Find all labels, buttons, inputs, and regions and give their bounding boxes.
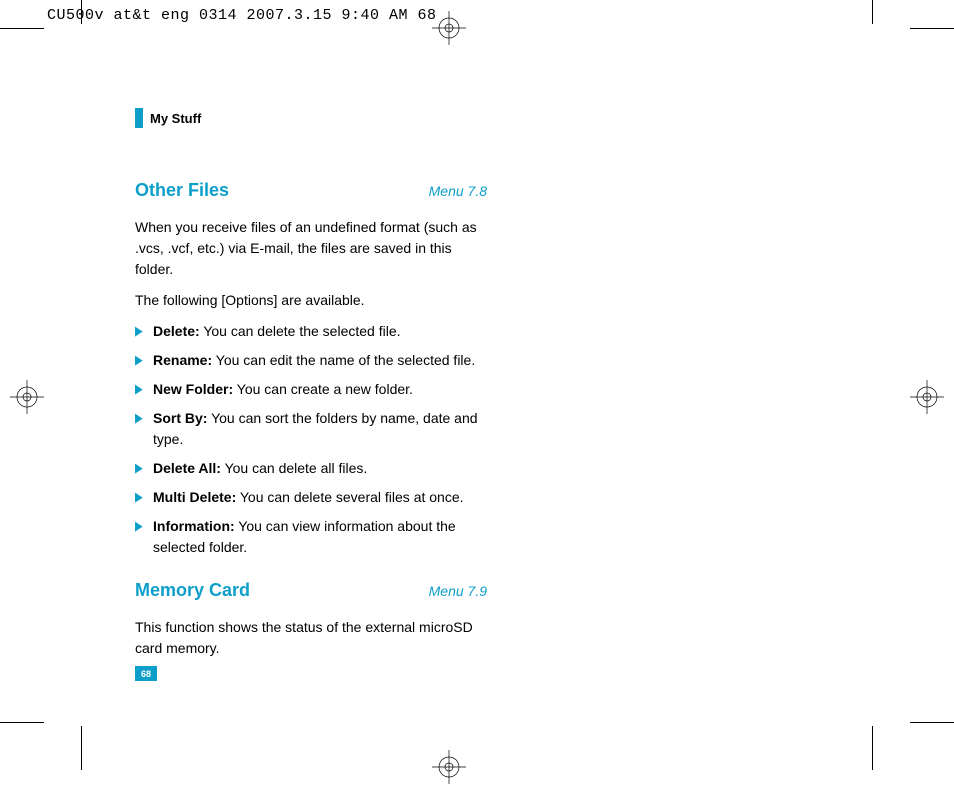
crop-mark	[81, 0, 82, 24]
option-label: Delete:	[153, 323, 200, 339]
option-item: Delete All: You can delete all files.	[135, 458, 491, 479]
crop-mark	[81, 726, 82, 770]
option-label: Delete All:	[153, 460, 221, 476]
registration-mark-icon	[10, 380, 44, 414]
option-label: Information:	[153, 518, 235, 534]
option-label: Sort By:	[153, 410, 207, 426]
option-desc: You can create a new folder.	[233, 381, 413, 397]
section-header: My Stuff	[135, 108, 491, 128]
crop-mark	[0, 722, 44, 723]
crop-mark	[910, 722, 954, 723]
option-label: New Folder:	[153, 381, 233, 397]
intro-paragraph: When you receive files of an undefined f…	[135, 217, 491, 280]
topic-heading-row: Other Files Menu 7.8	[135, 180, 491, 201]
option-label: Multi Delete:	[153, 489, 236, 505]
registration-mark-icon	[910, 380, 944, 414]
topic-title: Other Files	[135, 180, 229, 201]
option-item: Delete: You can delete the selected file…	[135, 321, 491, 342]
crop-mark	[872, 0, 873, 24]
menu-reference: Menu 7.8	[429, 183, 491, 199]
options-list: Delete: You can delete the selected file…	[135, 321, 491, 558]
option-item: New Folder: You can create a new folder.	[135, 379, 491, 400]
option-item: Information: You can view information ab…	[135, 516, 491, 558]
option-item: Rename: You can edit the name of the sel…	[135, 350, 491, 371]
option-desc: You can edit the name of the selected fi…	[212, 352, 475, 368]
crop-mark	[872, 726, 873, 770]
section-accent-bar	[135, 108, 143, 128]
topic-body: This function shows the status of the ex…	[135, 617, 491, 659]
options-lead: The following [Options] are available.	[135, 290, 491, 311]
option-desc: You can delete several files at once.	[236, 489, 463, 505]
option-item: Multi Delete: You can delete several fil…	[135, 487, 491, 508]
print-header: CU500v at&t eng 0314 2007.3.15 9:40 AM 6…	[47, 7, 437, 24]
page-number: 68	[135, 666, 157, 681]
menu-reference: Menu 7.9	[429, 583, 491, 599]
option-item: Sort By: You can sort the folders by nam…	[135, 408, 491, 450]
page-content: My Stuff Other Files Menu 7.8 When you r…	[135, 108, 491, 669]
section-title: My Stuff	[150, 111, 201, 126]
option-label: Rename:	[153, 352, 212, 368]
registration-mark-icon	[432, 11, 466, 45]
crop-mark	[0, 28, 44, 29]
option-desc: You can delete the selected file.	[200, 323, 401, 339]
topic-heading-row: Memory Card Menu 7.9	[135, 580, 491, 601]
crop-mark	[910, 28, 954, 29]
topic-title: Memory Card	[135, 580, 250, 601]
registration-mark-icon	[432, 750, 466, 784]
option-desc: You can delete all files.	[221, 460, 367, 476]
